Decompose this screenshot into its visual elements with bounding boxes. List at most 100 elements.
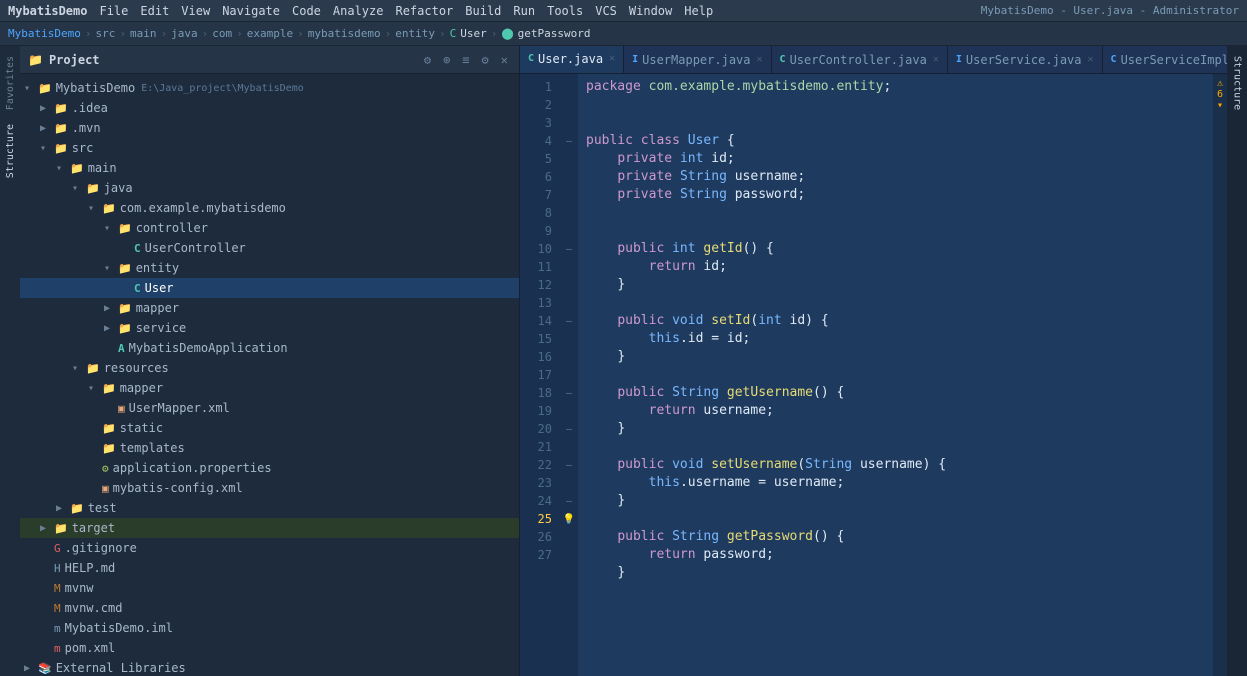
tree-item-target[interactable]: ▶ 📁 target [20, 518, 519, 538]
tree-arrow: ▶ [104, 323, 116, 334]
code-line-25 [586, 510, 1205, 528]
tab-user-java[interactable]: C User.java ✕ [520, 46, 624, 74]
tab-usermapper-java[interactable]: I UserMapper.java ✕ [624, 46, 771, 74]
menu-refactor[interactable]: Refactor [395, 4, 453, 18]
gutter-fold[interactable]: – [560, 132, 578, 150]
menu-vcs[interactable]: VCS [595, 4, 617, 18]
breadcrumb-method-icon: ⬤ [501, 27, 513, 40]
tree-item-idea[interactable]: ▶ 📁 .idea [20, 98, 519, 118]
tree-item-mapper[interactable]: ▶ 📁 mapper [20, 298, 519, 318]
tree-item-controller[interactable]: ▾ 📁 controller [20, 218, 519, 238]
breadcrumb-mybatisdemo-pkg[interactable]: mybatisdemo [308, 27, 381, 40]
panel-add-icon[interactable]: ⊕ [440, 51, 453, 69]
tree-item-mvn[interactable]: ▶ 📁 .mvn [20, 118, 519, 138]
breadcrumb-com[interactable]: com [212, 27, 232, 40]
breadcrumb-example[interactable]: example [247, 27, 293, 40]
tree-item-external-libs[interactable]: ▶ 📚 External Libraries [20, 658, 519, 676]
tab-usercontroller-java[interactable]: C UserController.java ✕ [772, 46, 948, 74]
tree-item-main[interactable]: ▾ 📁 main [20, 158, 519, 178]
gutter-fold[interactable]: – [560, 492, 578, 510]
sidebar-label-favorites[interactable]: Favorites [3, 50, 18, 116]
tree-item-mybatis-config[interactable]: ▣ mybatis-config.xml [20, 478, 519, 498]
tree-item-usermapper-xml[interactable]: ▣ UserMapper.xml [20, 398, 519, 418]
tree-item-mapper-res[interactable]: ▾ 📁 mapper [20, 378, 519, 398]
code-line-2 [586, 96, 1205, 114]
md-icon: H [54, 562, 61, 575]
right-structure-label[interactable]: Structure [1230, 50, 1245, 116]
java-class-icon: C [134, 282, 141, 295]
panel-gear-icon[interactable]: ⚙ [479, 51, 492, 69]
menu-help[interactable]: Help [684, 4, 713, 18]
gutter-fold[interactable]: – [560, 312, 578, 330]
menu-tools[interactable]: Tools [547, 4, 583, 18]
tab-close-icon[interactable]: ✕ [757, 54, 763, 65]
tree-item-mybatisdemo[interactable]: ▾ 📁 MybatisDemo E:\Java_project\MybatisD… [20, 78, 519, 98]
gutter-fold[interactable]: – [560, 420, 578, 438]
tree-item-mvnw[interactable]: M mvnw [20, 578, 519, 598]
warning-badge[interactable]: ⚠ 6 ▾ [1213, 78, 1227, 111]
folder-icon: 📁 [54, 122, 68, 135]
breadcrumb-java[interactable]: java [171, 27, 198, 40]
tree-item-test[interactable]: ▶ 📁 test [20, 498, 519, 518]
menu-navigate[interactable]: Navigate [222, 4, 280, 18]
tree-item-service[interactable]: ▶ 📁 service [20, 318, 519, 338]
menu-edit[interactable]: Edit [140, 4, 169, 18]
gutter-fold[interactable]: – [560, 384, 578, 402]
tree-item-user[interactable]: C User [20, 278, 519, 298]
menu-code[interactable]: Code [292, 4, 321, 18]
tab-close-icon[interactable]: ✕ [1088, 54, 1094, 65]
tree-arrow: ▾ [104, 223, 116, 234]
folder-icon: 📁 [102, 382, 116, 395]
sidebar-label-structure[interactable]: Structure [3, 118, 18, 184]
tab-userserviceimpl-java[interactable]: C UserServiceImpl.java ✕ [1103, 46, 1227, 74]
tree-item-static[interactable]: 📁 static [20, 418, 519, 438]
breadcrumb-main[interactable]: main [130, 27, 157, 40]
folder-icon: 📚 [38, 662, 52, 675]
mvn-cmd-icon: M [54, 602, 61, 615]
menu-view[interactable]: View [181, 4, 210, 18]
code-gutter: – – – – – – – 💡 [560, 74, 578, 676]
code-line-16: } [586, 348, 1205, 366]
tree-item-mvnw-cmd[interactable]: M mvnw.cmd [20, 598, 519, 618]
tree-item-pom-xml[interactable]: m pom.xml [20, 638, 519, 658]
panel-settings-icon[interactable]: ⚙ [421, 51, 434, 69]
breadcrumb-mybatisdemo[interactable]: MybatisDemo [8, 27, 81, 40]
breadcrumb-entity[interactable]: entity [395, 27, 435, 40]
breadcrumb-src[interactable]: src [95, 27, 115, 40]
tab-close-icon[interactable]: ✕ [933, 54, 939, 65]
panel-collapse-icon[interactable]: ≡ [459, 51, 472, 69]
code-line-19: return username; [586, 402, 1205, 420]
menu-run[interactable]: Run [513, 4, 535, 18]
breadcrumb-user[interactable]: User [460, 27, 487, 40]
gutter-row [560, 528, 578, 546]
panel-close-icon[interactable]: ✕ [498, 51, 511, 69]
tree-item-gitignore[interactable]: G .gitignore [20, 538, 519, 558]
tree-item-com-example[interactable]: ▾ 📁 com.example.mybatisdemo [20, 198, 519, 218]
gutter-fold[interactable]: – [560, 456, 578, 474]
code-line-13 [586, 294, 1205, 312]
tab-userservice-java[interactable]: I UserService.java ✕ [948, 46, 1103, 74]
tab-close-icon[interactable]: ✕ [609, 53, 615, 64]
tree-item-java[interactable]: ▾ 📁 java [20, 178, 519, 198]
gutter-row [560, 222, 578, 240]
menu-analyze[interactable]: Analyze [333, 4, 384, 18]
tree-item-application[interactable]: A MybatisDemoApplication [20, 338, 519, 358]
tree-item-help-md[interactable]: H HELP.md [20, 558, 519, 578]
gutter-row [560, 348, 578, 366]
tree-item-mybatisdemo-iml[interactable]: m MybatisDemo.iml [20, 618, 519, 638]
tree-item-resources[interactable]: ▾ 📁 resources [20, 358, 519, 378]
tree-item-application-props[interactable]: ⚙ application.properties [20, 458, 519, 478]
tree-arrow: ▾ [88, 383, 100, 394]
menu-build[interactable]: Build [465, 4, 501, 18]
gutter-bulb[interactable]: 💡 [560, 510, 578, 528]
tree-item-src[interactable]: ▾ 📁 src [20, 138, 519, 158]
code-editor[interactable]: package com.example.mybatisdemo.entity; … [578, 74, 1213, 676]
menu-window[interactable]: Window [629, 4, 672, 18]
tree-item-templates[interactable]: 📁 templates [20, 438, 519, 458]
breadcrumb-getpassword[interactable]: getPassword [518, 27, 591, 40]
gutter-fold[interactable]: – [560, 240, 578, 258]
iml-icon: m [54, 622, 61, 635]
menu-file[interactable]: File [99, 4, 128, 18]
tree-item-entity[interactable]: ▾ 📁 entity [20, 258, 519, 278]
tree-item-usercontroller[interactable]: C UserController [20, 238, 519, 258]
